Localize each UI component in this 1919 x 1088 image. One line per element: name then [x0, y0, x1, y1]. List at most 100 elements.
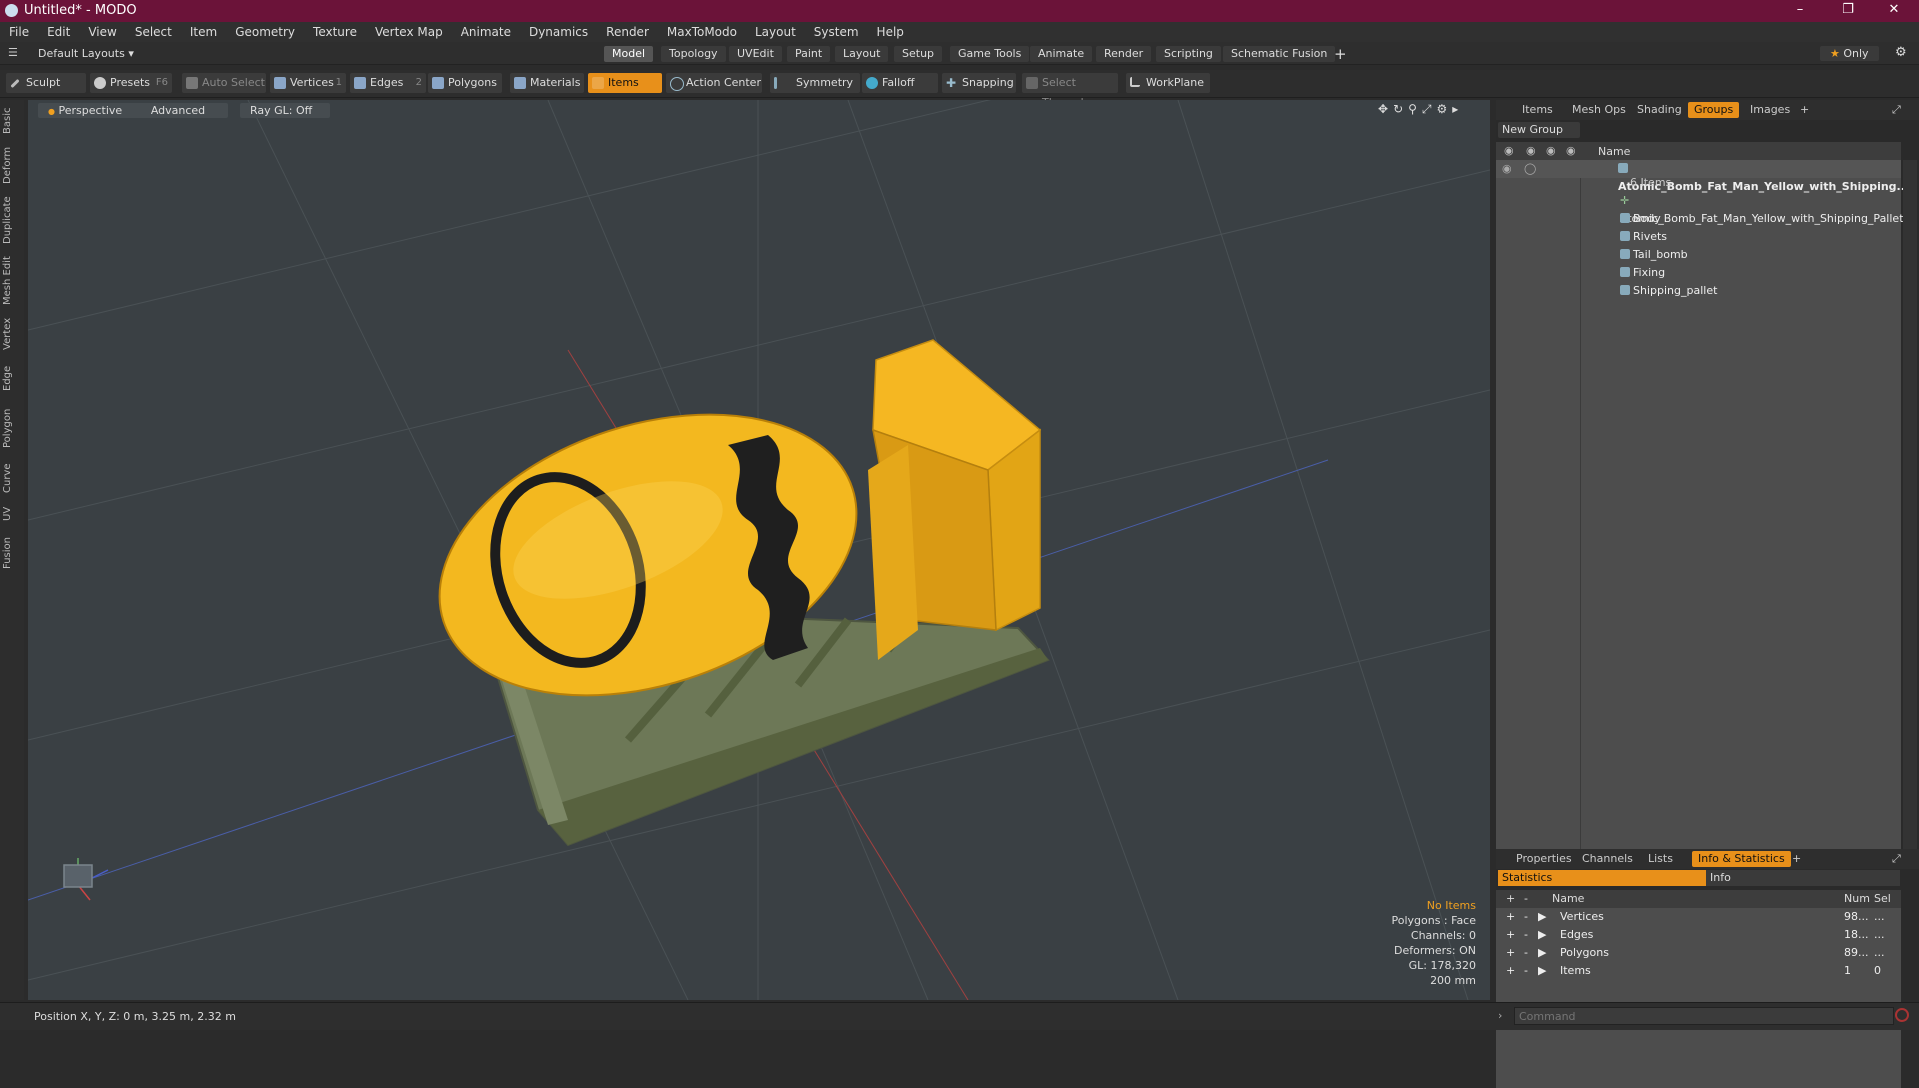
menu-help[interactable]: Help	[868, 22, 913, 39]
groups-scrollbar[interactable]	[1903, 160, 1917, 850]
tab-info-statistics[interactable]: Info & Statistics	[1692, 851, 1791, 867]
collapse-all-icon[interactable]: -	[1524, 890, 1528, 908]
tab-items[interactable]: Items	[1516, 102, 1559, 118]
expand-arrow-icon[interactable]: ▶	[1538, 926, 1546, 944]
table-row[interactable]: + - ▶ Vertices 98......	[1496, 908, 1901, 926]
tab-duplicate[interactable]: Duplicate	[2, 192, 22, 248]
view-mode-selector[interactable]: ● Perspective	[38, 103, 133, 118]
menu-texture[interactable]: Texture	[304, 22, 366, 39]
menu-vertex-map[interactable]: Vertex Map	[366, 22, 452, 39]
expand-arrow-icon[interactable]: ▶	[1538, 944, 1546, 962]
tab-uvedit[interactable]: UVEdit	[729, 46, 782, 62]
list-item[interactable]: ✛ Atomic_Bomb_Fat_Man_Yellow_with_Shippi…	[1496, 192, 1904, 225]
tab-deform[interactable]: Deform	[2, 144, 22, 186]
tab-model[interactable]: Model	[604, 46, 654, 62]
menu-geometry[interactable]: Geometry	[226, 22, 304, 39]
name-column-header[interactable]: Name	[1598, 145, 1630, 158]
viewport-more-icon[interactable]: ▸	[1452, 102, 1463, 116]
list-item[interactable]: Fixing	[1496, 264, 1901, 282]
tab-mesh-edit[interactable]: Mesh Edit	[2, 254, 22, 308]
expand-arrow-icon[interactable]: ▶	[1538, 962, 1546, 980]
raygl-toggle[interactable]: Ray GL: Off	[240, 103, 330, 118]
tab-render[interactable]: Render	[1096, 46, 1152, 62]
restore-button[interactable]: ❐	[1828, 2, 1868, 20]
list-item[interactable]: Tail_bomb	[1496, 246, 1901, 264]
menu-layout[interactable]: Layout	[746, 22, 805, 39]
tab-animate[interactable]: Animate	[1030, 46, 1093, 62]
maximize-view-icon[interactable]: ⤢	[1422, 102, 1437, 116]
gear-icon[interactable]: ⚙	[1895, 45, 1907, 60]
materials-button[interactable]: Materials	[510, 73, 584, 93]
info-tab[interactable]: Info	[1706, 870, 1900, 886]
expand-arrow-icon[interactable]: ▶	[1538, 908, 1546, 926]
zoom-view-icon[interactable]: ⚲	[1408, 102, 1422, 116]
list-item[interactable]: Shipping_pallet	[1496, 282, 1901, 300]
render-column-icon[interactable]: ◉	[1526, 144, 1536, 157]
tab-mesh-ops[interactable]: Mesh Ops	[1566, 102, 1632, 118]
lock-column-icon[interactable]: ◉	[1546, 144, 1556, 157]
menu-maxtomodo[interactable]: MaxToModo	[658, 22, 746, 39]
menu-view[interactable]: View	[79, 22, 125, 39]
3d-viewport[interactable]: ● Perspective Advanced Ray GL: Off ✥↻⚲⤢⚙…	[28, 100, 1490, 1000]
action-center-button[interactable]: Action Center	[666, 73, 762, 93]
stats-col-name[interactable]: Name	[1552, 890, 1584, 908]
workplane-button[interactable]: WorkPlane	[1126, 73, 1210, 93]
polygons-button[interactable]: Polygons	[428, 73, 502, 93]
new-group-button[interactable]: New Group	[1498, 122, 1580, 138]
menu-select[interactable]: Select	[126, 22, 181, 39]
snapping-button[interactable]: ✚ Snapping	[942, 73, 1016, 93]
tab-shading[interactable]: Shading	[1631, 102, 1688, 118]
tab-schematic-fusion[interactable]: Schematic Fusion	[1223, 46, 1336, 62]
menu-dynamics[interactable]: Dynamics	[520, 22, 597, 39]
tab-edge[interactable]: Edge	[2, 360, 22, 396]
viewport-settings-icon[interactable]: ⚙	[1437, 102, 1453, 116]
sculpt-button[interactable]: Sculpt	[6, 73, 86, 93]
stats-col-num[interactable]: Num	[1844, 890, 1870, 908]
menu-file[interactable]: File	[0, 22, 38, 39]
list-item[interactable]: Rivets	[1496, 228, 1901, 246]
tab-layout[interactable]: Layout	[835, 46, 889, 62]
add-tab-icon[interactable]: +	[1794, 102, 1815, 118]
tab-game-tools[interactable]: Game Tools	[950, 46, 1030, 62]
add-tab-icon[interactable]: +	[1786, 851, 1807, 867]
stats-col-sel[interactable]: Sel	[1874, 890, 1891, 908]
table-row[interactable]: + - ▶ Polygons 89......	[1496, 944, 1901, 962]
menu-animate[interactable]: Animate	[452, 22, 520, 39]
tab-channels[interactable]: Channels	[1576, 851, 1639, 867]
tab-setup[interactable]: Setup	[894, 46, 943, 62]
select-column-icon[interactable]: ◉	[1566, 144, 1576, 157]
items-button[interactable]: Items	[588, 73, 662, 93]
tab-paint[interactable]: Paint	[787, 46, 831, 62]
menu-render[interactable]: Render	[597, 22, 658, 39]
minimize-button[interactable]: –	[1780, 2, 1820, 20]
tab-curve[interactable]: Curve	[2, 460, 22, 496]
tab-lists[interactable]: Lists	[1642, 851, 1679, 867]
tab-images[interactable]: Images	[1744, 102, 1796, 118]
statistics-tab[interactable]: Statistics	[1498, 870, 1706, 886]
layout-menu-icon[interactable]: ☰	[8, 46, 18, 59]
select-through-button[interactable]: Select Through	[1022, 73, 1118, 109]
table-row[interactable]: + - ▶ Edges 18......	[1496, 926, 1901, 944]
expand-panel-icon[interactable]: ⤢	[1886, 102, 1907, 118]
list-item[interactable]: Body	[1496, 210, 1901, 228]
tab-polygon[interactable]: Polygon	[2, 402, 22, 454]
auto-select-button[interactable]: Auto Select	[182, 73, 266, 93]
tab-vertex[interactable]: Vertex	[2, 314, 22, 354]
table-row[interactable]: + - ▶ Items 1 0	[1496, 962, 1901, 980]
tab-basic[interactable]: Basic	[2, 104, 22, 138]
tab-uv[interactable]: UV	[2, 502, 22, 526]
close-button[interactable]: ✕	[1874, 2, 1914, 20]
only-toggle[interactable]: ★ Only	[1820, 46, 1879, 61]
symmetry-button[interactable]: Symmetry	[770, 73, 860, 93]
menu-edit[interactable]: Edit	[38, 22, 79, 39]
edges-button[interactable]: Edges 2	[350, 73, 426, 93]
move-view-icon[interactable]: ✥	[1378, 102, 1393, 116]
layout-selector[interactable]: Default Layouts ▾	[38, 47, 134, 60]
menu-item[interactable]: Item	[181, 22, 226, 39]
vertices-button[interactable]: Vertices 1	[270, 73, 346, 93]
viewport-canvas[interactable]	[28, 100, 1490, 1000]
falloff-button[interactable]: Falloff	[862, 73, 938, 93]
menu-system[interactable]: System	[805, 22, 868, 39]
tab-scripting[interactable]: Scripting	[1156, 46, 1221, 62]
tab-topology[interactable]: Topology	[661, 46, 726, 62]
